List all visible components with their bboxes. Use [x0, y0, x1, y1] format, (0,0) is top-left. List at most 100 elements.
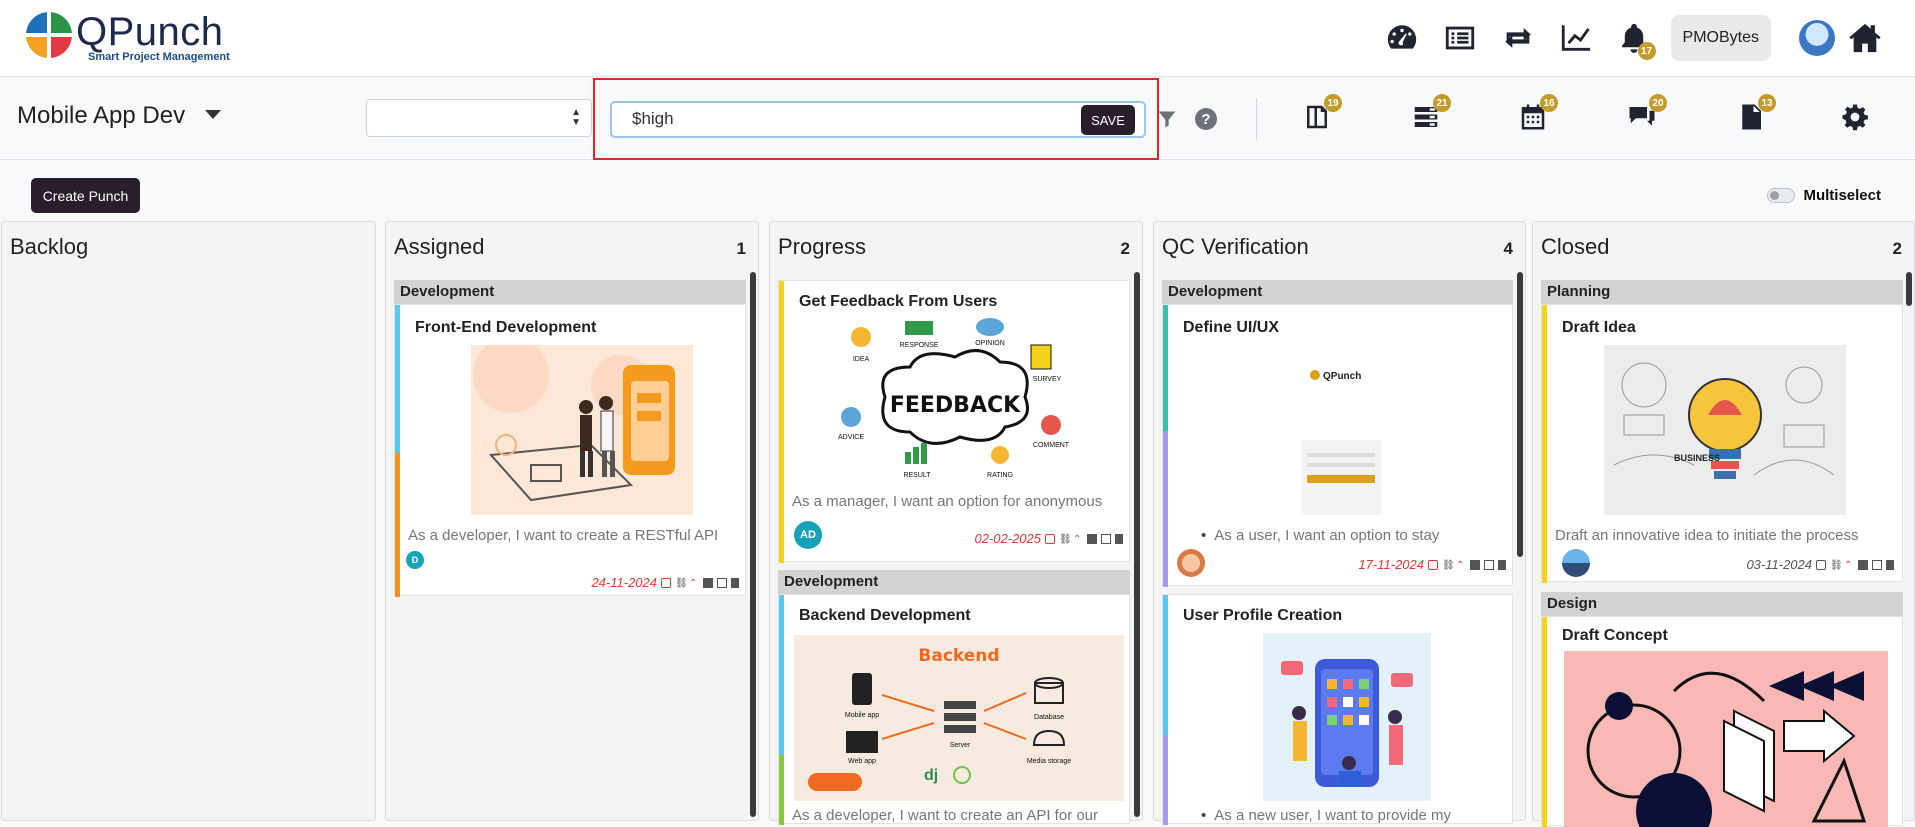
card-stripe — [779, 755, 784, 825]
punch-card[interactable]: Get Feedback From Users FEEDBACK IDEA RE… — [778, 280, 1130, 563]
logo-mark-icon — [25, 11, 73, 59]
card-title[interactable]: Get Feedback From Users — [799, 293, 997, 311]
gear-icon[interactable] — [1840, 102, 1874, 136]
punch-card[interactable]: Define UI/UX QPunch As a user, I want an… — [1162, 304, 1513, 587]
notification-count-badge: 17 — [1637, 42, 1656, 60]
archive-icon[interactable] — [1087, 533, 1097, 544]
calendar-icon[interactable] — [661, 577, 671, 588]
punch-card[interactable]: User Profile Creation As a new user, I w… — [1162, 594, 1513, 825]
chat-icon[interactable]: 20 — [1627, 94, 1667, 136]
create-punch-button[interactable]: Create Punch — [31, 178, 140, 213]
link-icon[interactable]: ⛓ — [1059, 534, 1072, 545]
user-menu-button[interactable]: PMOBytes — [1670, 15, 1771, 61]
card-title[interactable]: Front-End Development — [415, 319, 596, 337]
list-icon[interactable] — [1440, 18, 1480, 58]
card-title[interactable]: Draft Concept — [1562, 627, 1668, 645]
note-icon[interactable]: 13 — [1736, 94, 1776, 136]
trash-icon[interactable] — [1886, 559, 1894, 570]
svg-text:ADVICE: ADVICE — [838, 434, 864, 441]
card-footer: 02-02-2025 ⛓ ⌃ — [975, 531, 1123, 546]
card-image: QPunch — [1301, 345, 1381, 515]
filter-select[interactable]: ▲ ▼ — [366, 99, 592, 137]
card-title[interactable]: User Profile Creation — [1183, 607, 1342, 625]
toggle-switch[interactable] — [1767, 188, 1796, 203]
copy-icon[interactable] — [1101, 533, 1111, 544]
archive-icon[interactable] — [703, 577, 713, 588]
lightbulb-illustration-icon: BUSINESS — [1613, 362, 1835, 479]
card-image: BUSINESS — [1604, 345, 1846, 515]
due-date: 03-11-2024 — [1746, 557, 1812, 572]
multiselect-toggle[interactable]: Multiselect — [1767, 187, 1881, 204]
help-icon[interactable]: ? — [1195, 108, 1217, 130]
archive-icon[interactable] — [1858, 559, 1868, 570]
column-count: 2 — [1892, 239, 1902, 258]
calendar-check-icon[interactable] — [1816, 559, 1826, 570]
top-icon-bar: 17 PMOBytes — [1373, 14, 1915, 62]
assignee-avatar[interactable] — [1177, 549, 1205, 577]
punch-card[interactable]: Draft Concept — [1541, 616, 1903, 827]
svg-text:BUSINESS: BUSINESS — [1674, 453, 1720, 463]
card-stripe — [395, 453, 400, 597]
assignee-avatar[interactable]: AD — [794, 521, 822, 549]
search-input[interactable]: $high — [610, 101, 1146, 138]
chart-icon[interactable] — [1556, 18, 1596, 58]
column-scrollbar[interactable] — [1906, 272, 1912, 306]
punch-card[interactable]: Backend Development Backend Mobile app W… — [778, 594, 1130, 825]
filter-icon[interactable] — [1157, 109, 1177, 129]
stack-count-badge: 21 — [1433, 94, 1451, 112]
developer-illustration-icon — [473, 345, 675, 502]
column-progress: Progress 2 Get Feedback From Users FEEDB… — [769, 221, 1143, 825]
logo-text: QPunch — [76, 10, 224, 54]
link-icon[interactable]: ⛓ — [1830, 560, 1843, 571]
kanban-board: Backlog Assigned 1 Development Front-End… — [0, 221, 1915, 827]
card-stripe — [1163, 735, 1168, 825]
column-title: Progress — [778, 234, 867, 259]
column-scrollbar[interactable] — [1517, 272, 1523, 557]
punch-card[interactable]: Draft Idea BUSINESS Draft an innovative … — [1541, 304, 1903, 583]
trash-icon[interactable] — [1498, 559, 1506, 570]
column-count: 4 — [1503, 239, 1513, 258]
trash-icon[interactable] — [1115, 533, 1123, 544]
sync-icon[interactable] — [1498, 18, 1538, 58]
dashboard-icon[interactable] — [1382, 18, 1422, 58]
bell-icon[interactable]: 17 — [1614, 18, 1656, 60]
card-stripe — [779, 595, 784, 755]
card-footer: 17-11-2024 ⛓ ⌃ — [1358, 557, 1506, 572]
card-title[interactable]: Backend Development — [799, 607, 971, 625]
calendar-icon[interactable] — [1428, 559, 1438, 570]
copy-icon[interactable] — [717, 577, 727, 588]
column-scrollbar[interactable] — [750, 272, 756, 817]
calendar-icon[interactable] — [1045, 533, 1055, 544]
card-title[interactable]: Draft Idea — [1562, 319, 1636, 337]
svg-text:RATING: RATING — [987, 472, 1013, 479]
archive-icon[interactable] — [1470, 559, 1480, 570]
card-title[interactable]: Define UI/UX — [1183, 319, 1279, 337]
app-logo[interactable]: QPunch Smart Project Management — [24, 10, 254, 68]
avatar[interactable] — [1799, 20, 1835, 56]
login-screen-illustration-icon: QPunch — [1301, 370, 1381, 515]
copy-icon[interactable] — [1484, 559, 1494, 570]
assignee-avatar[interactable]: D — [406, 551, 424, 569]
assignee-avatar[interactable] — [1562, 549, 1590, 577]
link-icon[interactable]: ⛓ — [675, 578, 688, 589]
home-icon[interactable] — [1845, 18, 1885, 58]
project-dropdown-caret-icon[interactable] — [205, 110, 221, 119]
stack-icon[interactable]: 21 — [1411, 94, 1451, 136]
save-search-button[interactable]: SAVE — [1081, 105, 1135, 135]
select-arrows-icon: ▲ ▼ — [571, 107, 581, 128]
calendar-icon[interactable]: 16 — [1518, 94, 1558, 136]
backend-illustration-icon: Backend Mobile app Web app Server Databa… — [808, 646, 1071, 791]
due-date: 17-11-2024 — [1358, 557, 1424, 572]
project-title[interactable]: Mobile App Dev — [17, 102, 185, 130]
column-scrollbar[interactable] — [1134, 272, 1140, 817]
card-image — [1564, 651, 1888, 827]
toolbar-divider — [1256, 98, 1257, 140]
copy-icon[interactable] — [1872, 559, 1882, 570]
card-stripe — [395, 305, 400, 453]
svg-text:QPunch: QPunch — [1323, 371, 1361, 382]
trash-icon[interactable] — [731, 577, 739, 588]
link-icon[interactable]: ⛓ — [1442, 560, 1455, 571]
punch-card[interactable]: Front-End Development As a developer, I … — [394, 304, 746, 597]
book-icon[interactable]: 19 — [1302, 94, 1342, 136]
column-qc-verification: QC Verification 4 Development Define UI/… — [1153, 221, 1526, 825]
